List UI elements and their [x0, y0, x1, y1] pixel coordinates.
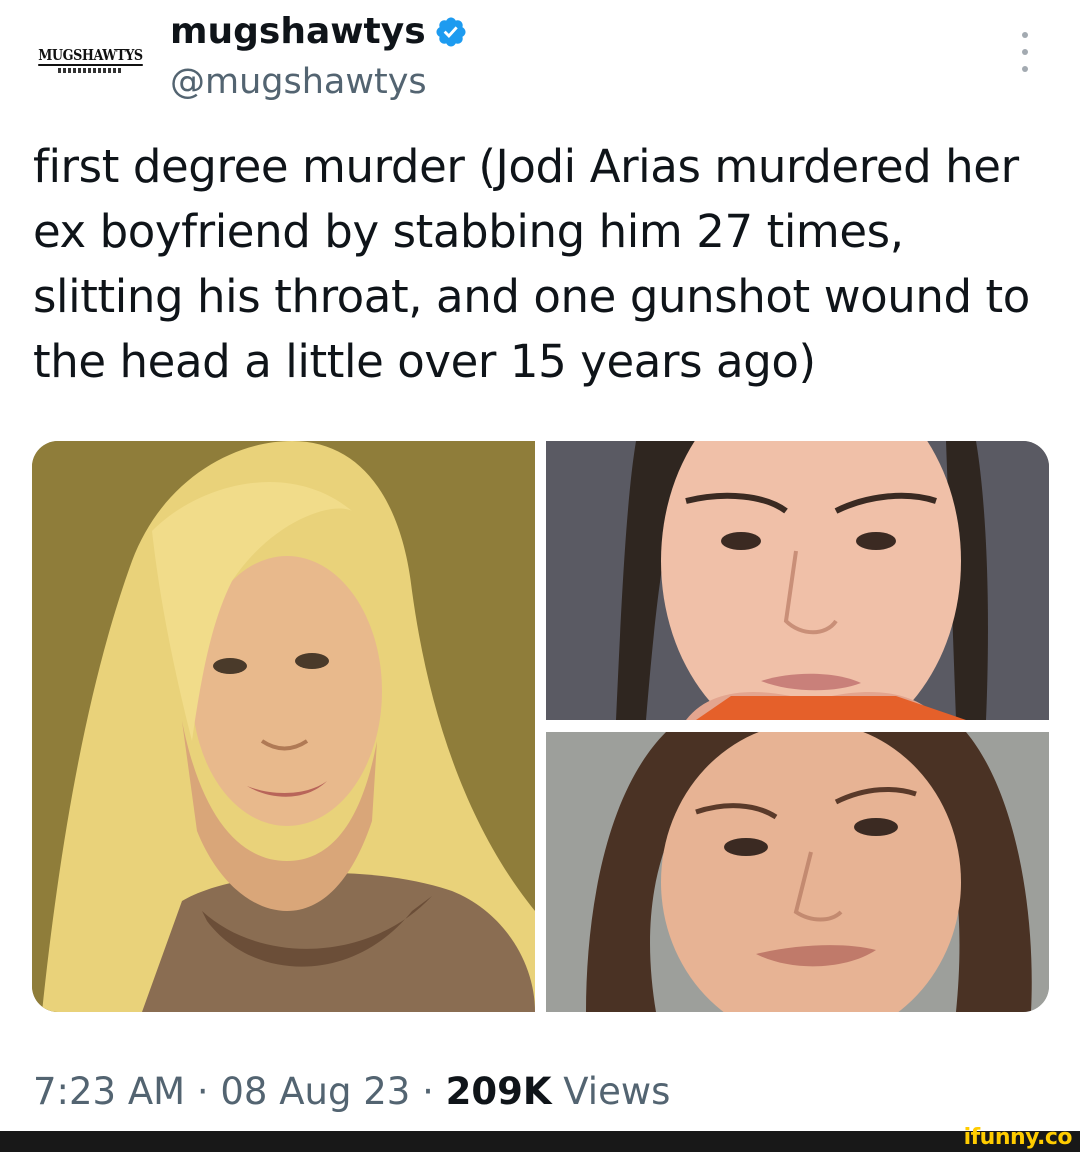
dot	[1022, 32, 1028, 38]
photo-mugshot-1[interactable]	[546, 441, 1049, 720]
avatar[interactable]: MUGSHAWTYS	[30, 40, 150, 80]
avatar-logo-underline	[58, 68, 122, 73]
author-handle[interactable]: @mugshawtys	[170, 60, 427, 104]
tweet-meta: 7:23 AM · 08 Aug 23 · 209K Views	[33, 1066, 670, 1118]
dot	[1022, 66, 1028, 72]
verified-badge-icon[interactable]	[434, 15, 468, 49]
portrait-illustration	[32, 441, 535, 1012]
meta-separator: ·	[185, 1070, 221, 1113]
tweet-time[interactable]: 7:23 AM	[33, 1070, 185, 1113]
meta-separator: ·	[410, 1070, 446, 1113]
views-count: 209K	[445, 1070, 552, 1113]
tweet-text: first degree murder (Jodi Arias murdered…	[33, 140, 1030, 388]
avatar-logo-text: MUGSHAWTYS	[37, 46, 143, 66]
author-name-row[interactable]: mugshawtys	[170, 10, 468, 54]
views-label: Views	[551, 1070, 671, 1113]
dot	[1022, 49, 1028, 55]
display-name[interactable]: mugshawtys	[170, 10, 426, 54]
more-options-icon[interactable]	[1010, 30, 1040, 74]
tweet-date[interactable]: 08 Aug 23	[220, 1070, 410, 1113]
mugshot-illustration	[546, 441, 1049, 720]
photo-blonde-portrait[interactable]	[32, 441, 535, 1012]
watermark-bar	[0, 1131, 1080, 1152]
media-grid[interactable]	[32, 441, 1049, 1012]
ifunny-watermark: ifunny.co	[963, 1124, 1073, 1150]
mugshot-illustration	[546, 732, 1049, 1012]
photo-mugshot-2[interactable]	[546, 732, 1049, 1012]
